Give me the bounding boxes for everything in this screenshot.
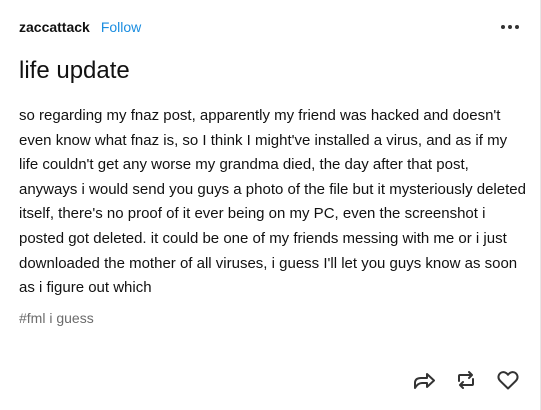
- blog-name[interactable]: zaccattack: [19, 19, 90, 35]
- heart-icon: [497, 371, 519, 390]
- post-card: zaccattack Follow life update so regardi…: [0, 0, 541, 410]
- ellipsis-icon: [501, 25, 519, 29]
- like-button[interactable]: [494, 366, 522, 394]
- reblog-icon: [458, 371, 474, 389]
- reblog-button[interactable]: [452, 366, 480, 394]
- post-body: so regarding my fnaz post, apparently my…: [19, 107, 526, 297]
- post-actions: [396, 366, 522, 394]
- more-options-button[interactable]: [498, 16, 522, 38]
- post-header: zaccattack Follow: [19, 16, 522, 38]
- share-icon: [414, 373, 435, 389]
- post-tag[interactable]: #fml i guess: [19, 310, 94, 326]
- follow-button[interactable]: Follow: [101, 19, 141, 35]
- share-button[interactable]: [410, 366, 438, 394]
- post-title: life update: [19, 57, 130, 84]
